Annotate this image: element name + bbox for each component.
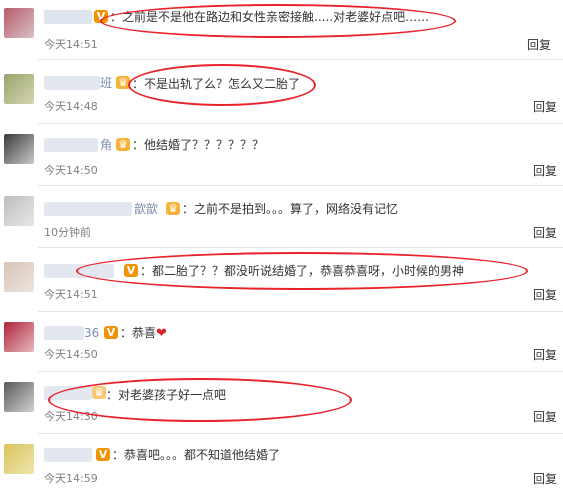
- comment-item: V ：之前是不是他在路边和女性亲密接触.....对老婆好点吧…… 今天14:51…: [0, 0, 563, 60]
- avatar[interactable]: [4, 262, 34, 292]
- timestamp: 今天14:59: [44, 472, 98, 485]
- username-suffix[interactable]: 36: [84, 326, 99, 340]
- timestamp: 今天14:51: [44, 288, 98, 301]
- comment-item: V ：都二胎了？？都没听说结婚了，恭喜恭喜呀，小时候的男神 今天14:51 回复: [0, 248, 563, 312]
- comment-text: ：都二胎了？？都没听说结婚了，恭喜恭喜呀，小时候的男神: [140, 264, 465, 278]
- avatar[interactable]: [4, 196, 34, 226]
- username-suffix[interactable]: 角: [100, 138, 112, 152]
- comment-text: ：恭喜❤: [120, 326, 167, 341]
- reply-button[interactable]: 回复: [533, 164, 557, 178]
- username-suffix[interactable]: 歆歆: [134, 202, 158, 216]
- comment-text: ：不是出轨了么？怎么又二胎了: [132, 77, 301, 91]
- reply-button[interactable]: 回复: [533, 472, 557, 486]
- username-blurred[interactable]: [44, 10, 92, 24]
- comment-item: V ：恭喜吧。。。都不知道他结婚了 今天14:59 回复: [0, 434, 563, 492]
- comment-item: 班 ♛ ：不是出轨了么？怎么又二胎了 今天14:48 回复: [0, 60, 563, 124]
- avatar[interactable]: [4, 444, 34, 474]
- vip-badge-icon: V: [104, 326, 118, 339]
- username-blurred[interactable]: [44, 138, 98, 152]
- reply-button[interactable]: 回复: [527, 38, 551, 52]
- reply-button[interactable]: 回复: [533, 348, 557, 362]
- timestamp: 今天14:50: [44, 164, 98, 177]
- comment-item: 歆歆 ♛ ：之前不是拍到。。。算了，网络没有记忆 10分钟前 回复: [0, 186, 563, 248]
- username-blurred[interactable]: [44, 202, 132, 216]
- username-blurred[interactable]: [44, 448, 92, 462]
- reply-button[interactable]: 回复: [533, 288, 557, 302]
- timestamp: 今天14:48: [44, 100, 98, 113]
- crown-icon: ♛: [116, 138, 130, 151]
- avatar[interactable]: [4, 8, 34, 38]
- username-blurred[interactable]: [44, 326, 84, 340]
- timestamp: 10分钟前: [44, 226, 91, 239]
- comment-item: 36 V ：恭喜❤ 今天14:50 回复: [0, 312, 563, 372]
- vip-badge-icon: V: [94, 10, 108, 23]
- crown-icon: ♛: [116, 76, 130, 89]
- username-blurred[interactable]: [44, 386, 92, 400]
- comment-item: ♛ ：对老婆孩子好一点吧 今天14:30 回复: [0, 372, 563, 434]
- crown-icon: ♛: [92, 386, 106, 399]
- comment-text: ：之前不是拍到。。。算了，网络没有记忆: [182, 202, 399, 216]
- heart-icon: ❤: [156, 326, 167, 341]
- comment-text-value: ：恭喜: [120, 326, 157, 340]
- username-blurred[interactable]: [44, 76, 100, 90]
- comment-text: ：之前是不是他在路边和女性亲密接触.....对老婆好点吧……: [110, 10, 430, 24]
- timestamp: 今天14:51: [44, 38, 98, 51]
- crown-icon: ♛: [166, 202, 180, 215]
- reply-button[interactable]: 回复: [533, 226, 557, 240]
- avatar[interactable]: [4, 134, 34, 164]
- avatar[interactable]: [4, 322, 34, 352]
- comment-text: ：对老婆孩子好一点吧: [106, 388, 227, 402]
- username-blurred[interactable]: [44, 264, 114, 278]
- username-suffix[interactable]: 班: [100, 76, 112, 90]
- timestamp: 今天14:50: [44, 348, 98, 361]
- vip-badge-icon: V: [124, 264, 138, 277]
- comment-item: 角 ♛ ：他结婚了？？？？？？ 今天14:50 回复: [0, 124, 563, 186]
- reply-button[interactable]: 回复: [533, 410, 557, 424]
- vip-badge-icon: V: [96, 448, 110, 461]
- timestamp: 今天14:30: [44, 410, 98, 423]
- reply-button[interactable]: 回复: [533, 100, 557, 114]
- avatar[interactable]: [4, 382, 34, 412]
- comment-text: ：他结婚了？？？？？？: [132, 138, 265, 152]
- avatar[interactable]: [4, 74, 34, 104]
- comment-text: ：恭喜吧。。。都不知道他结婚了: [112, 448, 281, 462]
